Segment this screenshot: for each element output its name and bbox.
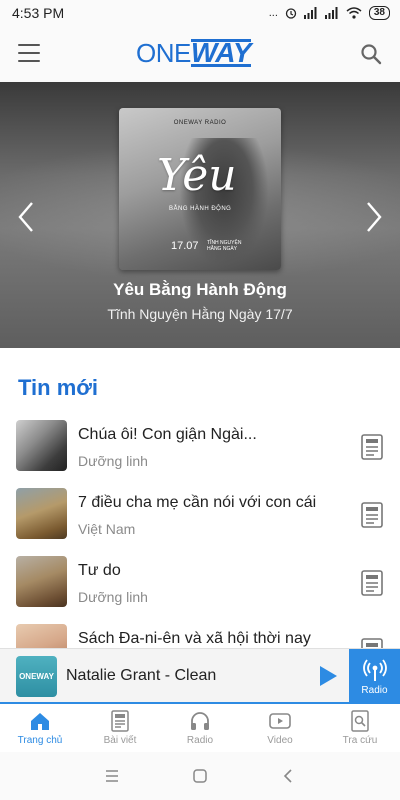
news-thumbnail [16,624,67,648]
signal-icon-2 [324,7,338,19]
news-category: Dưỡng linh [78,453,148,469]
tab-label: Video [267,735,293,746]
news-title: Chúa ôi! Con giận Ngài... [78,426,257,443]
tab-home[interactable]: Trang chủ [0,704,80,752]
home-icon [31,713,49,730]
battery-indicator: 38 [368,6,390,20]
status-bar: 4:53 PM ... 38 [0,0,400,26]
tab-label: Bài viết [103,735,137,746]
tab-articles[interactable]: Bài viết [80,704,160,752]
article-icon [361,638,383,648]
news-title: 7 điều cha mẹ cần nói với con cái [78,494,317,511]
tab-radio[interactable]: Radio [160,704,240,752]
search-icon[interactable] [360,43,382,65]
news-item[interactable]: 7 điều cha mẹ cần nói với con cái Việt N… [0,488,400,542]
oneway-logo: ONE WAY [136,38,266,68]
tab-label: Radio [186,735,214,746]
article-icon [361,434,383,460]
news-category: Việt Nam [78,521,136,537]
news-thumbnail [16,420,67,471]
featured-carousel[interactable]: ONEWAY RADIO Yêu BẰNG HÀNH ĐỘNG 17.07 TĨ… [0,82,400,348]
tab-label: Tra cứu [342,735,378,746]
wifi-icon [346,7,362,19]
news-title: Tư do [78,562,121,579]
news-item[interactable]: Chúa ôi! Con giận Ngài... Dưỡng linh [0,420,400,474]
hamburger-menu-icon[interactable] [18,44,40,62]
cover-date-note: TĨNH NGUYỆN HẰNG NGÀY [207,240,242,252]
recent-apps-icon[interactable] [104,768,120,784]
signal-icon [303,7,317,19]
bottom-tab-bar: Trang chủ Bài viết Radio Video Tra cứu [0,702,400,752]
cover-title: Yêu [157,150,237,201]
system-navigation-bar [0,752,400,800]
news-category: Dưỡng linh [78,589,148,605]
news-item[interactable]: Tư do Dưỡng linh [0,556,400,610]
tab-label: Trang chủ [17,735,63,746]
home-button-icon[interactable] [192,768,208,784]
logo-way-text: WAY [190,37,252,68]
video-icon [269,713,291,729]
radio-button[interactable]: Radio [349,649,400,703]
article-icon [111,710,129,732]
lookup-icon [351,710,369,732]
mini-player[interactable]: ONEWAY Natalie Grant - Clean Radio [0,648,400,703]
status-icons: ... 38 [269,6,390,20]
cover-subtitle: BẰNG HÀNH ĐỘNG [169,206,232,212]
back-icon[interactable] [280,768,296,784]
news-item[interactable]: Sách Đa-ni-ên và xã hội thời nay [0,624,400,648]
tab-video[interactable]: Video [240,704,320,752]
featured-title[interactable]: Yêu Bằng Hành Động [0,280,400,300]
cover-brand: ONEWAY RADIO [173,120,227,126]
app-header: ONE WAY [0,26,400,82]
player-thumbnail: ONEWAY [16,656,57,697]
news-title: Sách Đa-ni-ên và xã hội thời nay [78,630,311,647]
notification-dots: ... [268,7,278,19]
status-time: 4:53 PM [12,5,65,21]
chevron-right-icon[interactable] [360,200,386,234]
featured-cover-image[interactable]: ONEWAY RADIO Yêu BẰNG HÀNH ĐỘNG 17.07 TĨ… [119,108,281,270]
broadcast-icon [362,658,387,681]
cover-date: 17.07 [171,240,199,252]
news-thumbnail [16,488,67,539]
chevron-left-icon[interactable] [14,200,40,234]
logo-one-text: ONE [136,37,191,68]
news-thumbnail [16,556,67,607]
headphones-icon [191,712,209,730]
article-icon [361,502,383,528]
article-icon [361,570,383,596]
featured-subtitle: Tĩnh Nguyện Hằng Ngày 17/7 [107,306,293,322]
tab-lookup[interactable]: Tra cứu [320,704,400,752]
player-track-title: Natalie Grant - Clean [66,667,217,684]
section-title-latest-news: Tin mới [18,375,99,400]
alarm-icon [285,8,297,19]
radio-button-label: Radio [361,684,388,696]
play-icon[interactable] [318,665,338,687]
